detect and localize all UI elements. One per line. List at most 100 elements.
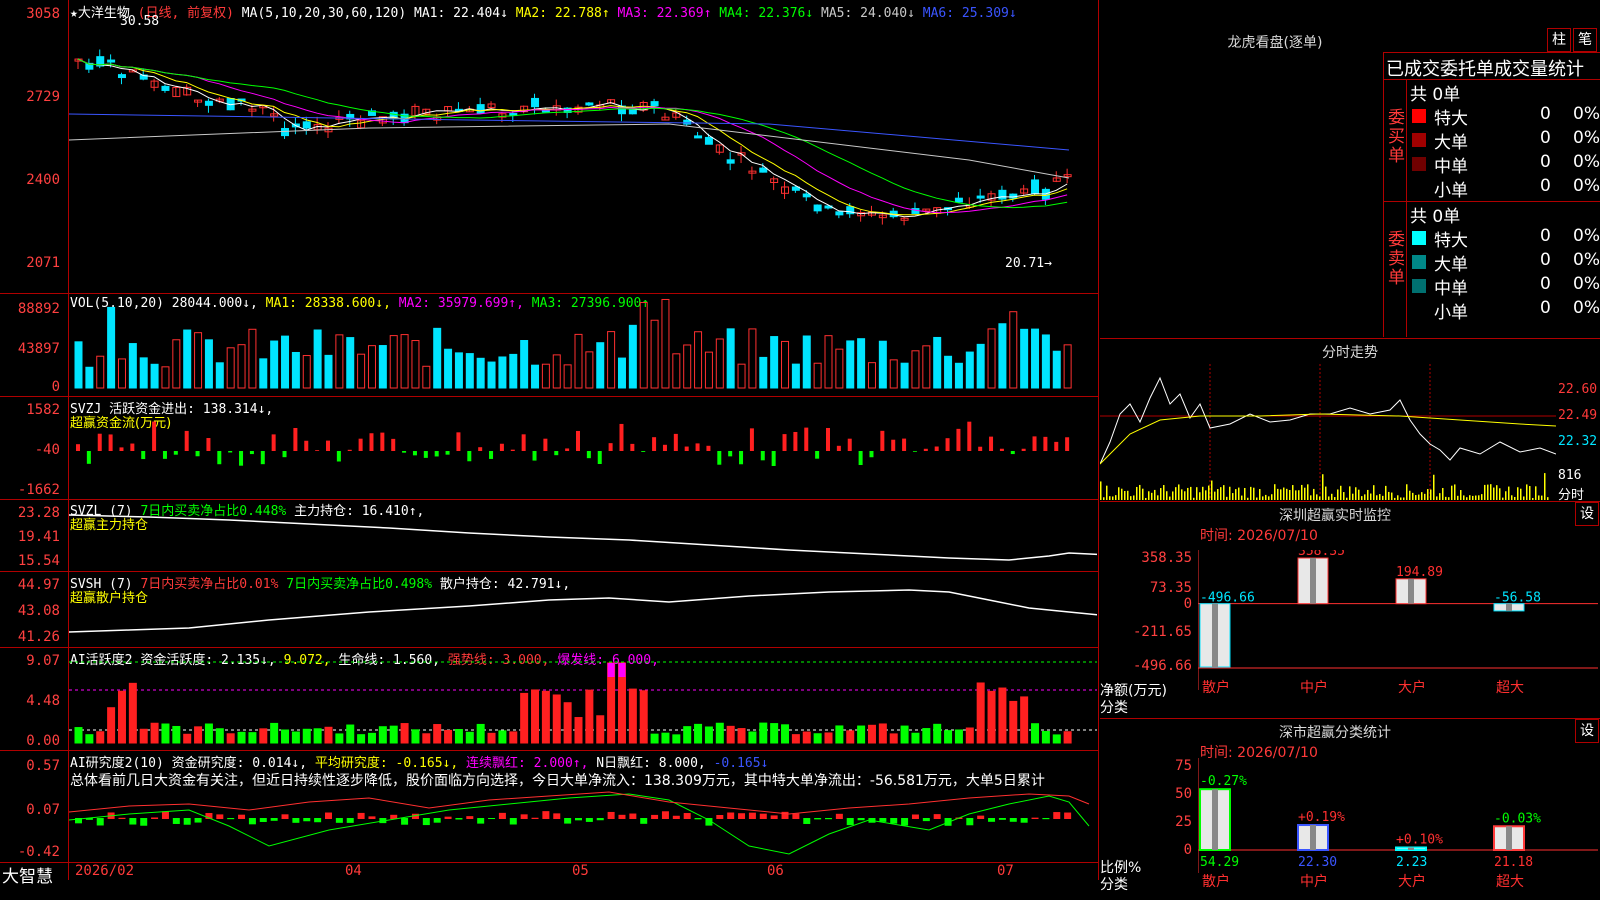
volume-bar (194, 332, 203, 389)
svzl-tick: 19.41 (17, 529, 60, 545)
research-bar (227, 818, 235, 820)
flow-bar (1043, 436, 1048, 451)
flow-bar (565, 448, 570, 451)
activity-bar (933, 723, 942, 744)
intraday-volume-bar (1343, 492, 1345, 500)
main-position-chart[interactable] (69, 500, 1097, 571)
svzj-axis: 1582 -40 -1662 (0, 396, 64, 499)
research-bar (846, 818, 854, 826)
fund-flow-chart[interactable] (69, 397, 1097, 499)
research-bar (368, 816, 376, 819)
research-bar (281, 814, 289, 819)
volume-bar (922, 345, 931, 389)
intraday-chart[interactable] (1100, 364, 1556, 500)
research-bar (640, 818, 648, 824)
intraday-volume-bar (1199, 492, 1201, 500)
retail-position-chart[interactable] (69, 572, 1097, 647)
intraday-volume-bar (1187, 487, 1189, 500)
volume-bar (781, 340, 790, 389)
activity-bar (596, 715, 605, 744)
intraday-volume-bar (1280, 489, 1282, 500)
flow-bar (739, 451, 744, 465)
candle (585, 102, 594, 106)
activity-bar (520, 692, 529, 744)
candle (476, 104, 485, 114)
vol-tick: 0 (51, 379, 60, 395)
volume-bar (770, 336, 779, 389)
monitor-settings-button[interactable]: 设 (1575, 502, 1599, 526)
svzl-tick: 23.28 (17, 505, 60, 521)
classify-settings-button[interactable]: 设 (1575, 719, 1599, 743)
volume-bar (672, 353, 681, 389)
research-bar (759, 813, 767, 819)
flow-bar (706, 445, 711, 451)
research-bar (357, 812, 365, 819)
intraday-volume-bar (1304, 487, 1306, 500)
volume-bar (661, 298, 670, 389)
intraday-volume-bar (1514, 496, 1516, 500)
monitor-chart[interactable]: -496.66 散户 358.35 中户 194.89 大户 -56.58 超大 (1198, 550, 1600, 718)
intraday-volume-bar (1331, 493, 1333, 500)
intraday-volume-bar (1181, 489, 1183, 500)
volume-bar (302, 355, 311, 389)
ai2-label: AI研究度2(10) (70, 756, 164, 771)
order-row: 特大 0 0% (1410, 104, 1600, 129)
classify-delta: -0.27% (1200, 774, 1247, 789)
intraday-volume-bar (1268, 496, 1270, 500)
order-row: 大单 0 0% (1410, 250, 1600, 275)
intraday-volume-bar (1298, 490, 1300, 500)
volume-bar (617, 357, 626, 389)
candlestick-chart[interactable] (69, 0, 1097, 293)
ai2-header: AI研究度2(10) 资金研究度: 0.014↓, 平均研究度: -0.165↓… (70, 752, 768, 771)
intraday-volume-bar (1436, 496, 1438, 500)
candle (802, 193, 811, 198)
intraday-volume-bar (1172, 491, 1174, 500)
volume-bar (433, 327, 442, 389)
activity-chart[interactable] (69, 648, 1097, 750)
intraday-volume-bar (1364, 494, 1366, 500)
flow-bar (402, 451, 407, 453)
volume-bar (574, 333, 583, 389)
color-swatch (1412, 255, 1426, 269)
tick-mode-button[interactable]: 笔 (1573, 28, 1597, 52)
candle (161, 85, 170, 91)
research-bar (303, 818, 311, 822)
activity-bar (1020, 696, 1029, 744)
volume-bar (683, 344, 692, 389)
activity-bar (172, 725, 181, 744)
order-row: 大单 0 0% (1410, 128, 1600, 153)
research-chart[interactable] (69, 790, 1097, 862)
chart-area[interactable]: ★大洋生物 (日线, 前复权) MA(5,10,20,30,60,120) MA… (0, 0, 1099, 900)
activity-bar (183, 733, 192, 744)
classify-chart[interactable]: -0.27% 54.29 散户 +0.19% 22.30 中户 +0.10% 2.23 大户 -0… (1198, 758, 1600, 900)
volume-bar (846, 340, 855, 389)
research-bar (585, 818, 593, 822)
intraday-volume-bar (1508, 486, 1510, 500)
monitor-bar-label: 358.35 (1298, 550, 1345, 559)
intraday-volume-bar (1376, 495, 1378, 500)
classify-tick: 75 (1175, 758, 1192, 774)
date-tick: 04 (345, 863, 362, 879)
flow-bar (923, 448, 928, 451)
intraday-volume-bar (1520, 488, 1522, 500)
bar-mode-button[interactable]: 柱 (1547, 28, 1571, 52)
intraday-volume-bar (1511, 495, 1513, 500)
research-bar (770, 815, 778, 819)
intraday-volume-bar (1382, 495, 1384, 500)
intraday-volume-bar (1250, 486, 1252, 500)
classify-bar-shade (1506, 826, 1512, 850)
activity-bar (1052, 734, 1061, 744)
order-row: 中单 0 0% (1410, 274, 1600, 299)
volume-chart[interactable] (69, 294, 1097, 396)
intraday-volume-bar (1418, 494, 1420, 500)
activity-bar (987, 690, 996, 744)
intraday-volume-bar (1100, 481, 1102, 500)
volume-bar (476, 357, 485, 389)
activity-bar (378, 726, 387, 744)
intraday-volume-bar (1439, 493, 1441, 500)
intraday-volume-bar (1256, 497, 1258, 500)
candle (1031, 179, 1040, 195)
candle (683, 119, 692, 125)
activity-bar (694, 723, 703, 744)
intraday-volume-bar (1340, 485, 1342, 500)
